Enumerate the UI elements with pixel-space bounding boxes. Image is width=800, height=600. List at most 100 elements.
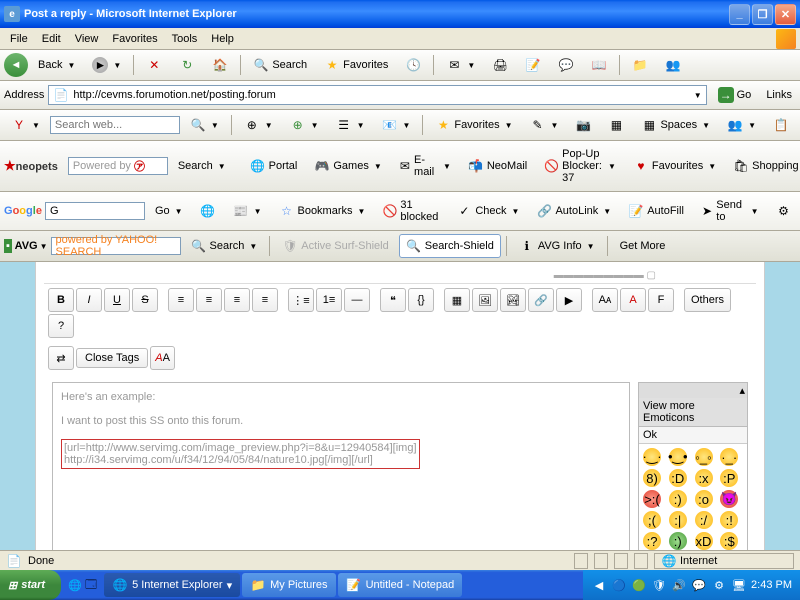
align-center-button[interactable]: ≡ <box>196 288 222 312</box>
emoticon-ok[interactable]: Ok <box>639 427 747 444</box>
code-button[interactable]: {} <box>408 288 434 312</box>
underline-button[interactable]: U <box>104 288 130 312</box>
emoticon[interactable]: 😈 <box>720 490 738 508</box>
google-search-input[interactable] <box>45 202 145 220</box>
go-button[interactable]: →Go <box>711 84 759 106</box>
extra1-button[interactable]: 📁 <box>625 53 655 77</box>
address-dropdown-icon[interactable]: ▼ <box>694 91 702 100</box>
neopets-shopping[interactable]: 🛍Shopping <box>726 154 800 178</box>
neopets-search[interactable]: Search▼ <box>171 156 233 176</box>
hr-button[interactable]: — <box>344 288 370 312</box>
others-button[interactable]: Others <box>684 288 731 312</box>
video-button[interactable]: ▶ <box>556 288 582 312</box>
align-justify-button[interactable]: ≡ <box>252 288 278 312</box>
emoticon[interactable]: ;( <box>643 511 661 529</box>
menu-view[interactable]: View <box>69 31 105 47</box>
emoticon[interactable]: :D <box>669 469 687 487</box>
close-button[interactable]: ✕ <box>775 4 796 25</box>
menu-file[interactable]: File <box>4 31 34 47</box>
neopets-neomail[interactable]: 📬NeoMail <box>461 154 534 178</box>
yahoo-pen[interactable]: ✎▼ <box>523 113 566 137</box>
font-button[interactable]: F <box>648 288 674 312</box>
color-button[interactable]: A <box>620 288 646 312</box>
quick-launch-icon[interactable]: 🌐 <box>67 577 83 593</box>
emoticon[interactable]: :| <box>669 511 687 529</box>
research-button[interactable]: 📖 <box>584 53 614 77</box>
taskbar-item-ie[interactable]: 🌐5 Internet Explorer▾ <box>104 573 240 597</box>
yahoo-spaces[interactable]: ▦Spaces▼ <box>634 113 717 137</box>
yahoo-btn8[interactable]: 📋 <box>766 113 796 137</box>
emoticon[interactable]: :) <box>669 490 687 508</box>
emoticon[interactable]: :o <box>695 490 713 508</box>
tray-icon[interactable]: 💬 <box>691 577 707 593</box>
yahoo-search-go[interactable]: 🔍▼ <box>183 113 226 137</box>
close-tags-button[interactable]: Close Tags <box>76 348 148 368</box>
switch-mode-button[interactable]: ⇄ <box>48 346 74 370</box>
quick-launch-icon[interactable]: 🗔 <box>83 577 99 593</box>
image-button[interactable]: 🏞 <box>500 288 526 312</box>
avg-shield[interactable]: 🔍Search-Shield <box>399 234 501 258</box>
yahoo-btn4[interactable]: 📧▼ <box>375 113 418 137</box>
quote-button[interactable]: ❝ <box>380 288 406 312</box>
bold-button[interactable]: B <box>48 288 74 312</box>
yahoo-btn7[interactable]: 👥▼ <box>720 113 763 137</box>
back-button[interactable]: ◄ <box>4 53 28 77</box>
yahoo-logo-icon[interactable]: Y▼ <box>4 113 47 137</box>
search-button[interactable]: 🔍Search <box>246 53 314 77</box>
image-upload-button[interactable]: 🖼 <box>472 288 498 312</box>
google-sendto[interactable]: ➤Send to▼ <box>694 195 766 227</box>
yahoo-btn2[interactable]: ⊕▼ <box>283 113 326 137</box>
google-logo[interactable]: Google <box>4 205 42 217</box>
post-textarea[interactable]: Here's an example: I want to post this S… <box>52 382 630 550</box>
emoticon[interactable]: •‿• <box>669 448 687 466</box>
edit-button[interactable]: 📝 <box>518 53 548 77</box>
menu-help[interactable]: Help <box>205 31 240 47</box>
menu-edit[interactable]: Edit <box>36 31 67 47</box>
avg-info[interactable]: ℹAVG Info▼ <box>512 234 602 258</box>
avg-active[interactable]: 🛡Active Surf-Shield <box>275 234 395 258</box>
font-style-button[interactable]: AA <box>150 346 175 370</box>
neopets-email[interactable]: ✉E-mail▼ <box>392 150 458 182</box>
google-go[interactable]: Go▼ <box>148 201 190 221</box>
yahoo-btn3[interactable]: ☰▼ <box>329 113 372 137</box>
extra2-button[interactable]: 👥 <box>658 53 688 77</box>
clock[interactable]: 2:43 PM <box>751 579 792 591</box>
avg-search-input[interactable]: powered by YAHOO! SEARCH <box>51 237 181 255</box>
avg-logo[interactable]: ▪ AVG▼ <box>4 240 48 252</box>
yahoo-search-input[interactable] <box>50 116 180 134</box>
neopets-logo[interactable]: ★neopets <box>4 158 58 174</box>
yahoo-btn6[interactable]: ▦ <box>601 113 631 137</box>
menu-tools[interactable]: Tools <box>166 31 204 47</box>
emoticon-header[interactable]: View more Emoticons <box>639 398 747 427</box>
google-btn2[interactable]: 📰▼ <box>226 199 269 223</box>
emoticon[interactable]: 8) <box>643 469 661 487</box>
avg-more[interactable]: Get More <box>613 236 673 256</box>
strike-button[interactable]: S <box>132 288 158 312</box>
neopets-popup[interactable]: 🚫Pop-Up Blocker: 37▼ <box>537 144 623 188</box>
emoticon[interactable]: :? <box>643 532 661 550</box>
tray-icon[interactable]: ⚙ <box>711 577 727 593</box>
emoticon[interactable]: ·_· <box>720 448 738 466</box>
emoticon[interactable]: :! <box>720 511 738 529</box>
emoticon[interactable]: :) <box>669 532 687 550</box>
links-label[interactable]: Links <box>762 89 796 101</box>
tray-icon[interactable]: 🛡 <box>651 577 667 593</box>
start-button[interactable]: ⊞start <box>0 570 61 600</box>
minimize-button[interactable]: _ <box>729 4 750 25</box>
tray-icon[interactable]: 🖥 <box>731 577 747 593</box>
refresh-button[interactable]: ↻ <box>172 53 202 77</box>
emoticon[interactable]: :P <box>720 469 738 487</box>
favorites-button[interactable]: ★Favorites <box>317 53 395 77</box>
google-btn1[interactable]: 🌐 <box>193 199 223 223</box>
taskbar-item-pictures[interactable]: 📁My Pictures <box>242 573 335 597</box>
google-btn3[interactable]: ⚙ <box>769 199 799 223</box>
size-button[interactable]: Aᴀ <box>592 288 618 312</box>
yahoo-btn1[interactable]: ⊕▼ <box>237 113 280 137</box>
print-button[interactable]: 🖨 <box>485 53 515 77</box>
emoticon-collapse-icon[interactable]: ▴ <box>739 385 745 397</box>
link-button[interactable]: 🔗 <box>528 288 554 312</box>
back-label[interactable]: Back▼ <box>31 55 82 75</box>
google-check[interactable]: ✓Check▼ <box>449 199 526 223</box>
google-bookmarks[interactable]: ☆Bookmarks▼ <box>271 199 372 223</box>
address-input[interactable]: 📄 http://cevms.forumotion.net/posting.fo… <box>48 85 706 105</box>
